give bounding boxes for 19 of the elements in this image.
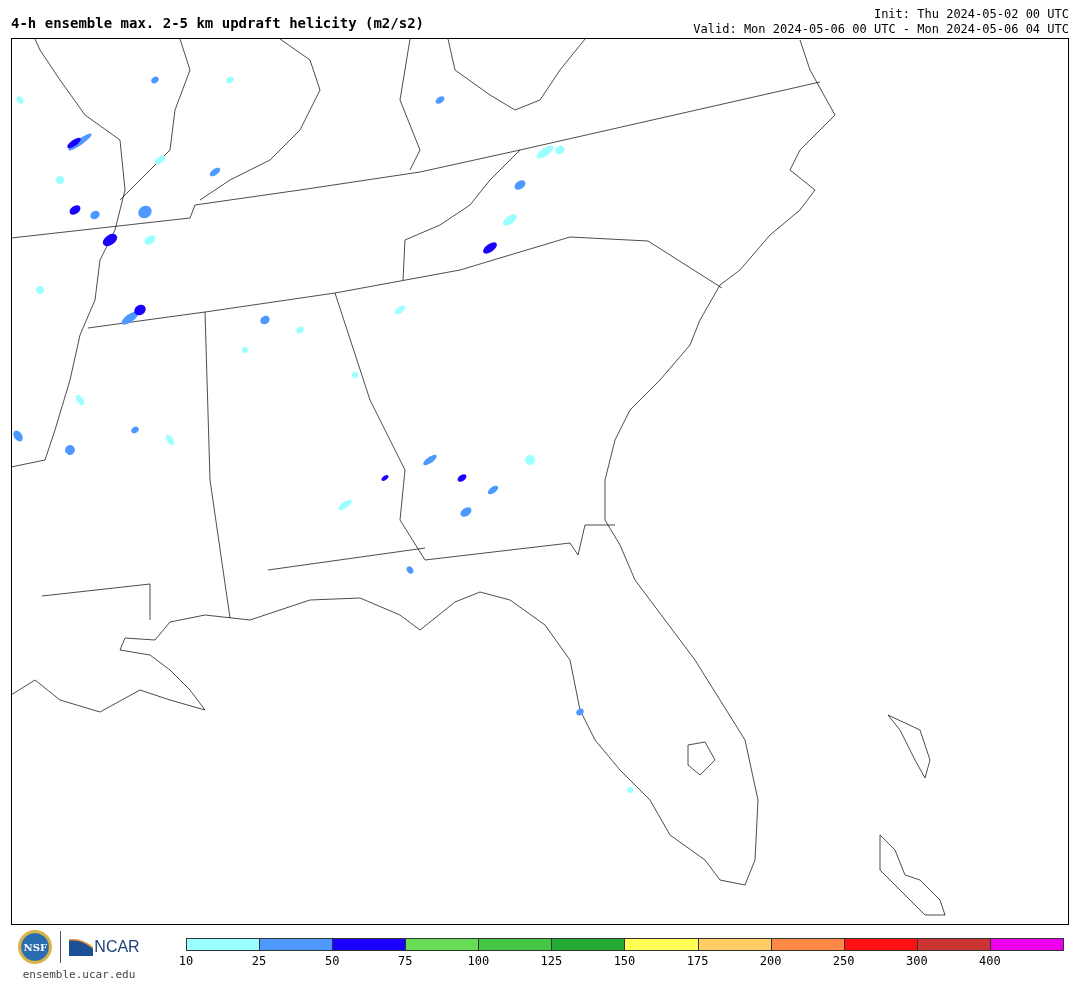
- colorbar-tick-label: 100: [467, 954, 490, 968]
- ncar-logo-icon: [69, 938, 94, 956]
- ncar-logo-text: NCAR: [94, 938, 140, 956]
- chart-title: 4-h ensemble max. 2-5 km updraft helicity (m2/s2): [11, 14, 424, 33]
- valid-time: Valid: Mon 2024-05-06 00 UTC - Mon 2024-05-06 04 UTC: [693, 22, 1069, 37]
- colorbar-tick-label: 10: [178, 954, 194, 968]
- colorbar-tick-label: 175: [686, 954, 709, 968]
- nsf-logo: NSF: [18, 930, 53, 964]
- colorbar-tick-label: 300: [905, 954, 928, 968]
- colorbar-tick-label: 400: [979, 954, 1001, 968]
- colorbar-tick-label: 25: [251, 954, 267, 968]
- colorbar-tick-label: 75: [398, 954, 413, 968]
- colorbar-tick-label: 125: [540, 954, 563, 968]
- site-url: ensemble.ucar.edu: [22, 968, 136, 981]
- colorbar-tick-label: 200: [759, 954, 782, 968]
- colorbar-tick-label: 50: [324, 954, 340, 968]
- colorbar-tick-label: 150: [613, 954, 636, 968]
- init-time: Init: Thu 2024-05-02 00 UTC: [873, 7, 1069, 22]
- colorbar-tick-label: 250: [832, 954, 855, 968]
